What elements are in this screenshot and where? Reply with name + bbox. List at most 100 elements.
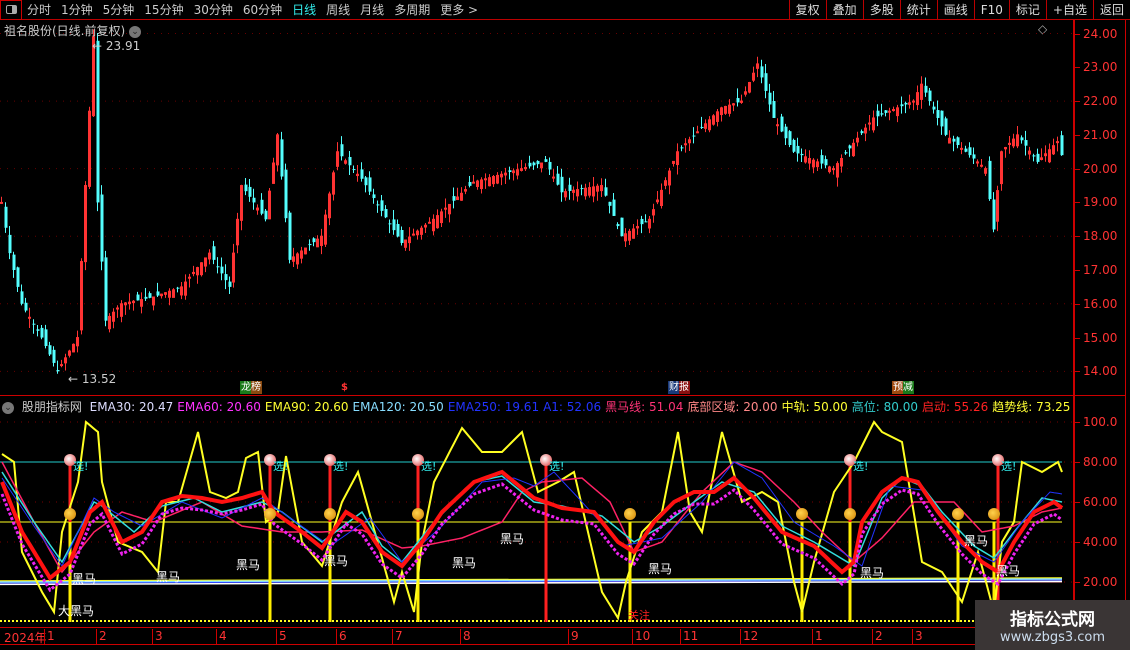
tool-button[interactable]: 返回 bbox=[1092, 0, 1130, 20]
select-label: 选! bbox=[1001, 460, 1017, 473]
tool-button[interactable]: 画线 bbox=[936, 0, 974, 20]
candle bbox=[84, 181, 87, 271]
candle bbox=[544, 155, 548, 163]
price-chart[interactable] bbox=[0, 20, 1073, 395]
period-tab[interactable]: 1分钟 bbox=[56, 1, 98, 18]
period-tab[interactable]: 多周期 bbox=[389, 1, 435, 18]
event-marker[interactable]: 预减 bbox=[892, 381, 914, 394]
period-tab[interactable]: 分时 bbox=[22, 1, 56, 18]
tool-button[interactable]: 多股 bbox=[862, 0, 900, 20]
period-tab[interactable]: 月线 bbox=[355, 1, 389, 18]
candle bbox=[4, 202, 8, 233]
event-marker[interactable]: 龙榜 bbox=[240, 381, 262, 394]
candle bbox=[744, 86, 747, 97]
candle bbox=[236, 212, 239, 254]
tool-button[interactable]: F10 bbox=[973, 0, 1009, 20]
indicator-name[interactable]: 股朋指标网 bbox=[22, 400, 82, 414]
price-tick: 16.00 bbox=[1074, 296, 1118, 311]
candle bbox=[636, 219, 639, 235]
tool-button[interactable]: +自选 bbox=[1045, 0, 1093, 20]
candle bbox=[860, 129, 864, 136]
candle bbox=[584, 183, 587, 200]
pane-divider[interactable] bbox=[0, 395, 1125, 396]
candle bbox=[1008, 135, 1011, 154]
candle bbox=[1004, 146, 1007, 158]
candle bbox=[1052, 138, 1055, 155]
candle bbox=[884, 110, 888, 117]
candle bbox=[416, 229, 419, 240]
candle bbox=[524, 163, 527, 171]
candle bbox=[724, 105, 727, 115]
candle bbox=[100, 185, 104, 271]
event-marker[interactable]: 财报 bbox=[668, 381, 690, 394]
indicator-value: 趋势线: 73.25 bbox=[992, 400, 1071, 414]
stock-title: 祖名股份(日线.前复权) ⌄ bbox=[4, 22, 142, 39]
tool-button[interactable]: 标记 bbox=[1008, 0, 1046, 20]
candle bbox=[872, 110, 875, 133]
candle bbox=[796, 137, 800, 162]
period-tab[interactable]: 周线 bbox=[321, 1, 355, 18]
candle bbox=[156, 282, 160, 298]
candle bbox=[820, 149, 824, 169]
period-tab[interactable]: 30分钟 bbox=[189, 1, 238, 18]
candle bbox=[228, 276, 232, 295]
period-tab[interactable]: 15分钟 bbox=[139, 1, 188, 18]
tool-button[interactable]: 复权 bbox=[788, 0, 826, 20]
candle bbox=[420, 225, 423, 240]
buy-coin-icon bbox=[952, 508, 964, 520]
candle bbox=[188, 273, 191, 288]
candle bbox=[1012, 133, 1015, 149]
high-price-label: ← 23.91 bbox=[92, 39, 141, 53]
candle bbox=[384, 205, 388, 219]
indicator-value: 黑马线: 51.04 bbox=[605, 400, 684, 414]
candle bbox=[996, 185, 999, 232]
candle bbox=[312, 237, 316, 247]
period-tab[interactable]: 日线 bbox=[287, 1, 321, 18]
candle bbox=[620, 217, 624, 237]
heima-label: 黑马 bbox=[156, 570, 181, 584]
indicator-chart[interactable] bbox=[0, 410, 1073, 626]
candle bbox=[128, 293, 131, 310]
period-tab[interactable]: 更多 > bbox=[435, 1, 483, 18]
candle bbox=[540, 162, 543, 173]
candle bbox=[608, 201, 612, 214]
candle bbox=[764, 63, 768, 99]
price-tick: 21.00 bbox=[1074, 127, 1118, 142]
candle bbox=[28, 307, 31, 328]
candle bbox=[12, 251, 16, 278]
tool-button[interactable]: 统计 bbox=[899, 0, 937, 20]
dropdown-chevron-icon[interactable]: ⌄ bbox=[129, 25, 142, 38]
period-tab[interactable]: 5分钟 bbox=[98, 1, 140, 18]
high-value: 23.91 bbox=[105, 39, 141, 53]
candle bbox=[348, 151, 352, 176]
candle bbox=[840, 154, 843, 173]
tool-button[interactable]: 叠加 bbox=[825, 0, 863, 20]
candle bbox=[344, 158, 347, 165]
candle bbox=[708, 116, 711, 133]
candle bbox=[844, 149, 848, 155]
price-tick: 19.00 bbox=[1074, 195, 1118, 210]
candle bbox=[748, 81, 751, 94]
candle bbox=[208, 249, 211, 265]
candle bbox=[448, 203, 451, 223]
candle bbox=[836, 161, 839, 187]
candle bbox=[892, 106, 895, 112]
period-tab[interactable]: 60分钟 bbox=[238, 1, 287, 18]
month-label: 1 bbox=[812, 629, 823, 645]
month-label: 3 bbox=[152, 629, 163, 645]
indicator-menu-icon[interactable]: ⌄ bbox=[2, 401, 14, 414]
candle bbox=[556, 165, 560, 186]
event-marker[interactable]: $ bbox=[340, 381, 349, 394]
candle bbox=[648, 216, 651, 234]
heima-label: 黑马 bbox=[500, 532, 525, 546]
candle bbox=[232, 243, 235, 288]
candle bbox=[896, 104, 899, 123]
candle bbox=[888, 107, 891, 121]
candle bbox=[640, 215, 644, 234]
candle bbox=[248, 179, 252, 202]
candle bbox=[716, 109, 719, 127]
heima-label: 黑马 bbox=[860, 566, 885, 580]
candle bbox=[468, 175, 472, 188]
candle bbox=[88, 106, 91, 190]
panel-toggle-button[interactable] bbox=[0, 0, 22, 20]
